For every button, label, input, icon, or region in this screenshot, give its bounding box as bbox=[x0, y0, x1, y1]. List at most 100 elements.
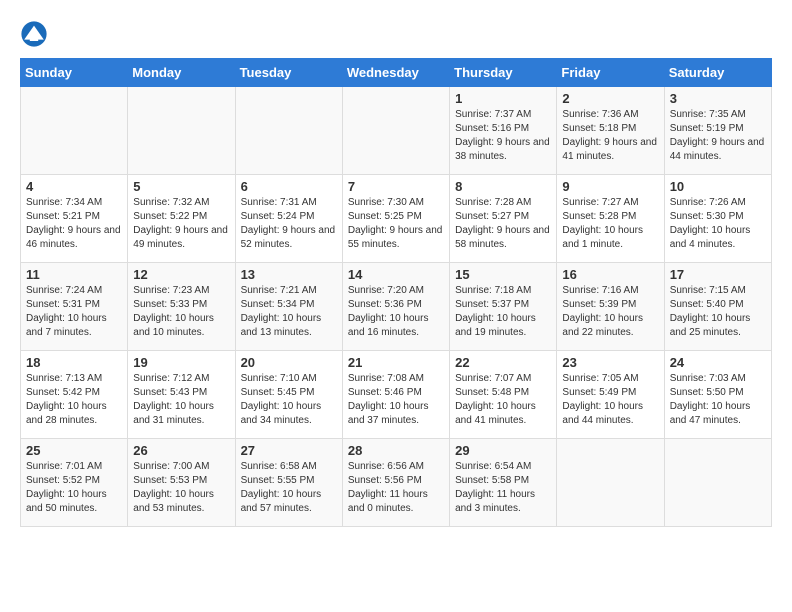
day-number: 26 bbox=[133, 443, 229, 458]
day-number: 17 bbox=[670, 267, 766, 282]
day-number: 16 bbox=[562, 267, 658, 282]
calendar-cell bbox=[21, 87, 128, 175]
day-number: 15 bbox=[455, 267, 551, 282]
day-info: Sunrise: 7:01 AM Sunset: 5:52 PM Dayligh… bbox=[26, 460, 122, 516]
day-number: 4 bbox=[26, 179, 122, 194]
day-number: 5 bbox=[133, 179, 229, 194]
day-info: Sunrise: 7:03 AM Sunset: 5:50 PM Dayligh… bbox=[670, 372, 766, 428]
day-number: 27 bbox=[241, 443, 337, 458]
day-number: 7 bbox=[348, 179, 444, 194]
calendar-cell: 29 Sunrise: 6:54 AM Sunset: 5:58 PM Dayli… bbox=[450, 439, 557, 527]
day-number: 11 bbox=[26, 267, 122, 282]
logo-icon bbox=[20, 20, 48, 48]
calendar-cell: 6Sunrise: 7:31 AM Sunset: 5:24 PM Daylig… bbox=[235, 175, 342, 263]
calendar-cell: 10 Sunrise: 7:26 AM Sunset: 5:30 PM Dayli… bbox=[664, 175, 771, 263]
header-sunday: Sunday bbox=[21, 59, 128, 87]
day-info: Sunrise: 6:56 AM Sunset: 5:56 PM Dayligh… bbox=[348, 460, 444, 516]
day-info: Sunrise: 7:34 AM Sunset: 5:21 PM Dayligh… bbox=[26, 196, 122, 252]
header-monday: Monday bbox=[128, 59, 235, 87]
day-info: Sunrise: 6:54 AM Sunset: 5:58 PM Dayligh… bbox=[455, 460, 551, 516]
week-row-5: 25 Sunrise: 7:01 AM Sunset: 5:52 PM Dayli… bbox=[21, 439, 772, 527]
header-tuesday: Tuesday bbox=[235, 59, 342, 87]
calendar-cell: 21Sunrise: 7:08 AM Sunset: 5:46 PM Dayli… bbox=[342, 351, 449, 439]
calendar-cell: 2Sunrise: 7:36 AM Sunset: 5:18 PM Daylig… bbox=[557, 87, 664, 175]
day-info: Sunrise: 7:12 AM Sunset: 5:43 PM Dayligh… bbox=[133, 372, 229, 428]
day-number: 10 bbox=[670, 179, 766, 194]
day-info: Sunrise: 7:21 AM Sunset: 5:34 PM Dayligh… bbox=[241, 284, 337, 340]
day-number: 25 bbox=[26, 443, 122, 458]
day-number: 14 bbox=[348, 267, 444, 282]
header-wednesday: Wednesday bbox=[342, 59, 449, 87]
day-number: 18 bbox=[26, 355, 122, 370]
calendar-cell: 4 Sunrise: 7:34 AM Sunset: 5:21 PM Daylig… bbox=[21, 175, 128, 263]
calendar-cell: 9 Sunrise: 7:27 AM Sunset: 5:28 PM Daylig… bbox=[557, 175, 664, 263]
calendar-cell: 5 Sunrise: 7:32 AM Sunset: 5:22 PM Daylig… bbox=[128, 175, 235, 263]
day-info: Sunrise: 7:07 AM Sunset: 5:48 PM Dayligh… bbox=[455, 372, 551, 428]
calendar-cell: 27 Sunrise: 6:58 AM Sunset: 5:55 PM Dayli… bbox=[235, 439, 342, 527]
week-row-1: 1 Sunrise: 7:37 AM Sunset: 5:16 PM Daylig… bbox=[21, 87, 772, 175]
calendar-cell: 28Sunrise: 6:56 AM Sunset: 5:56 PM Dayli… bbox=[342, 439, 449, 527]
calendar-cell: 3 Sunrise: 7:35 AM Sunset: 5:19 PM Daylig… bbox=[664, 87, 771, 175]
calendar-cell: 7 Sunrise: 7:30 AM Sunset: 5:25 PM Daylig… bbox=[342, 175, 449, 263]
calendar-cell: 22 Sunrise: 7:07 AM Sunset: 5:48 PM Dayli… bbox=[450, 351, 557, 439]
day-info: Sunrise: 7:37 AM Sunset: 5:16 PM Dayligh… bbox=[455, 108, 551, 164]
header-saturday: Saturday bbox=[664, 59, 771, 87]
day-number: 29 bbox=[455, 443, 551, 458]
calendar-cell: 17 Sunrise: 7:15 AM Sunset: 5:40 PM Dayli… bbox=[664, 263, 771, 351]
day-number: 1 bbox=[455, 91, 551, 106]
day-number: 13 bbox=[241, 267, 337, 282]
day-info: Sunrise: 7:27 AM Sunset: 5:28 PM Dayligh… bbox=[562, 196, 658, 252]
calendar-cell: 1 Sunrise: 7:37 AM Sunset: 5:16 PM Daylig… bbox=[450, 87, 557, 175]
day-number: 19 bbox=[133, 355, 229, 370]
calendar-cell: 14Sunrise: 7:20 AM Sunset: 5:36 PM Dayli… bbox=[342, 263, 449, 351]
calendar-cell: 13 Sunrise: 7:21 AM Sunset: 5:34 PM Dayli… bbox=[235, 263, 342, 351]
day-info: Sunrise: 7:36 AM Sunset: 5:18 PM Dayligh… bbox=[562, 108, 658, 164]
day-info: Sunrise: 7:10 AM Sunset: 5:45 PM Dayligh… bbox=[241, 372, 337, 428]
calendar-cell bbox=[557, 439, 664, 527]
day-number: 9 bbox=[562, 179, 658, 194]
calendar-cell: 19 Sunrise: 7:12 AM Sunset: 5:43 PM Dayli… bbox=[128, 351, 235, 439]
page-header bbox=[20, 20, 772, 48]
day-number: 6 bbox=[241, 179, 337, 194]
week-row-4: 18Sunrise: 7:13 AM Sunset: 5:42 PM Dayli… bbox=[21, 351, 772, 439]
day-number: 20 bbox=[241, 355, 337, 370]
calendar-cell bbox=[128, 87, 235, 175]
day-number: 24 bbox=[670, 355, 766, 370]
day-info: Sunrise: 7:35 AM Sunset: 5:19 PM Dayligh… bbox=[670, 108, 766, 164]
header-row: SundayMondayTuesdayWednesdayThursdayFrid… bbox=[21, 59, 772, 87]
day-number: 22 bbox=[455, 355, 551, 370]
day-number: 21 bbox=[348, 355, 444, 370]
day-info: Sunrise: 7:28 AM Sunset: 5:27 PM Dayligh… bbox=[455, 196, 551, 252]
calendar-cell: 16 Sunrise: 7:16 AM Sunset: 5:39 PM Dayli… bbox=[557, 263, 664, 351]
day-info: Sunrise: 7:30 AM Sunset: 5:25 PM Dayligh… bbox=[348, 196, 444, 252]
calendar-cell: 23 Sunrise: 7:05 AM Sunset: 5:49 PM Dayli… bbox=[557, 351, 664, 439]
calendar-cell: 26 Sunrise: 7:00 AM Sunset: 5:53 PM Dayli… bbox=[128, 439, 235, 527]
day-info: Sunrise: 7:16 AM Sunset: 5:39 PM Dayligh… bbox=[562, 284, 658, 340]
calendar-cell: 20 Sunrise: 7:10 AM Sunset: 5:45 PM Dayli… bbox=[235, 351, 342, 439]
day-number: 12 bbox=[133, 267, 229, 282]
day-info: Sunrise: 7:00 AM Sunset: 5:53 PM Dayligh… bbox=[133, 460, 229, 516]
day-info: Sunrise: 7:32 AM Sunset: 5:22 PM Dayligh… bbox=[133, 196, 229, 252]
day-number: 23 bbox=[562, 355, 658, 370]
day-number: 8 bbox=[455, 179, 551, 194]
calendar-cell: 15 Sunrise: 7:18 AM Sunset: 5:37 PM Dayli… bbox=[450, 263, 557, 351]
week-row-2: 4 Sunrise: 7:34 AM Sunset: 5:21 PM Daylig… bbox=[21, 175, 772, 263]
day-info: Sunrise: 7:23 AM Sunset: 5:33 PM Dayligh… bbox=[133, 284, 229, 340]
calendar-cell: 8 Sunrise: 7:28 AM Sunset: 5:27 PM Daylig… bbox=[450, 175, 557, 263]
day-info: Sunrise: 7:26 AM Sunset: 5:30 PM Dayligh… bbox=[670, 196, 766, 252]
day-number: 3 bbox=[670, 91, 766, 106]
calendar-cell bbox=[342, 87, 449, 175]
calendar-table: SundayMondayTuesdayWednesdayThursdayFrid… bbox=[20, 58, 772, 527]
day-info: Sunrise: 7:05 AM Sunset: 5:49 PM Dayligh… bbox=[562, 372, 658, 428]
header-friday: Friday bbox=[557, 59, 664, 87]
week-row-3: 11 Sunrise: 7:24 AM Sunset: 5:31 PM Dayli… bbox=[21, 263, 772, 351]
day-info: Sunrise: 6:58 AM Sunset: 5:55 PM Dayligh… bbox=[241, 460, 337, 516]
day-info: Sunrise: 7:18 AM Sunset: 5:37 PM Dayligh… bbox=[455, 284, 551, 340]
calendar-cell: 12 Sunrise: 7:23 AM Sunset: 5:33 PM Dayli… bbox=[128, 263, 235, 351]
calendar-cell: 11 Sunrise: 7:24 AM Sunset: 5:31 PM Dayli… bbox=[21, 263, 128, 351]
calendar-cell: 25 Sunrise: 7:01 AM Sunset: 5:52 PM Dayli… bbox=[21, 439, 128, 527]
day-info: Sunrise: 7:24 AM Sunset: 5:31 PM Dayligh… bbox=[26, 284, 122, 340]
day-info: Sunrise: 7:15 AM Sunset: 5:40 PM Dayligh… bbox=[670, 284, 766, 340]
calendar-cell: 18Sunrise: 7:13 AM Sunset: 5:42 PM Dayli… bbox=[21, 351, 128, 439]
calendar-cell bbox=[664, 439, 771, 527]
